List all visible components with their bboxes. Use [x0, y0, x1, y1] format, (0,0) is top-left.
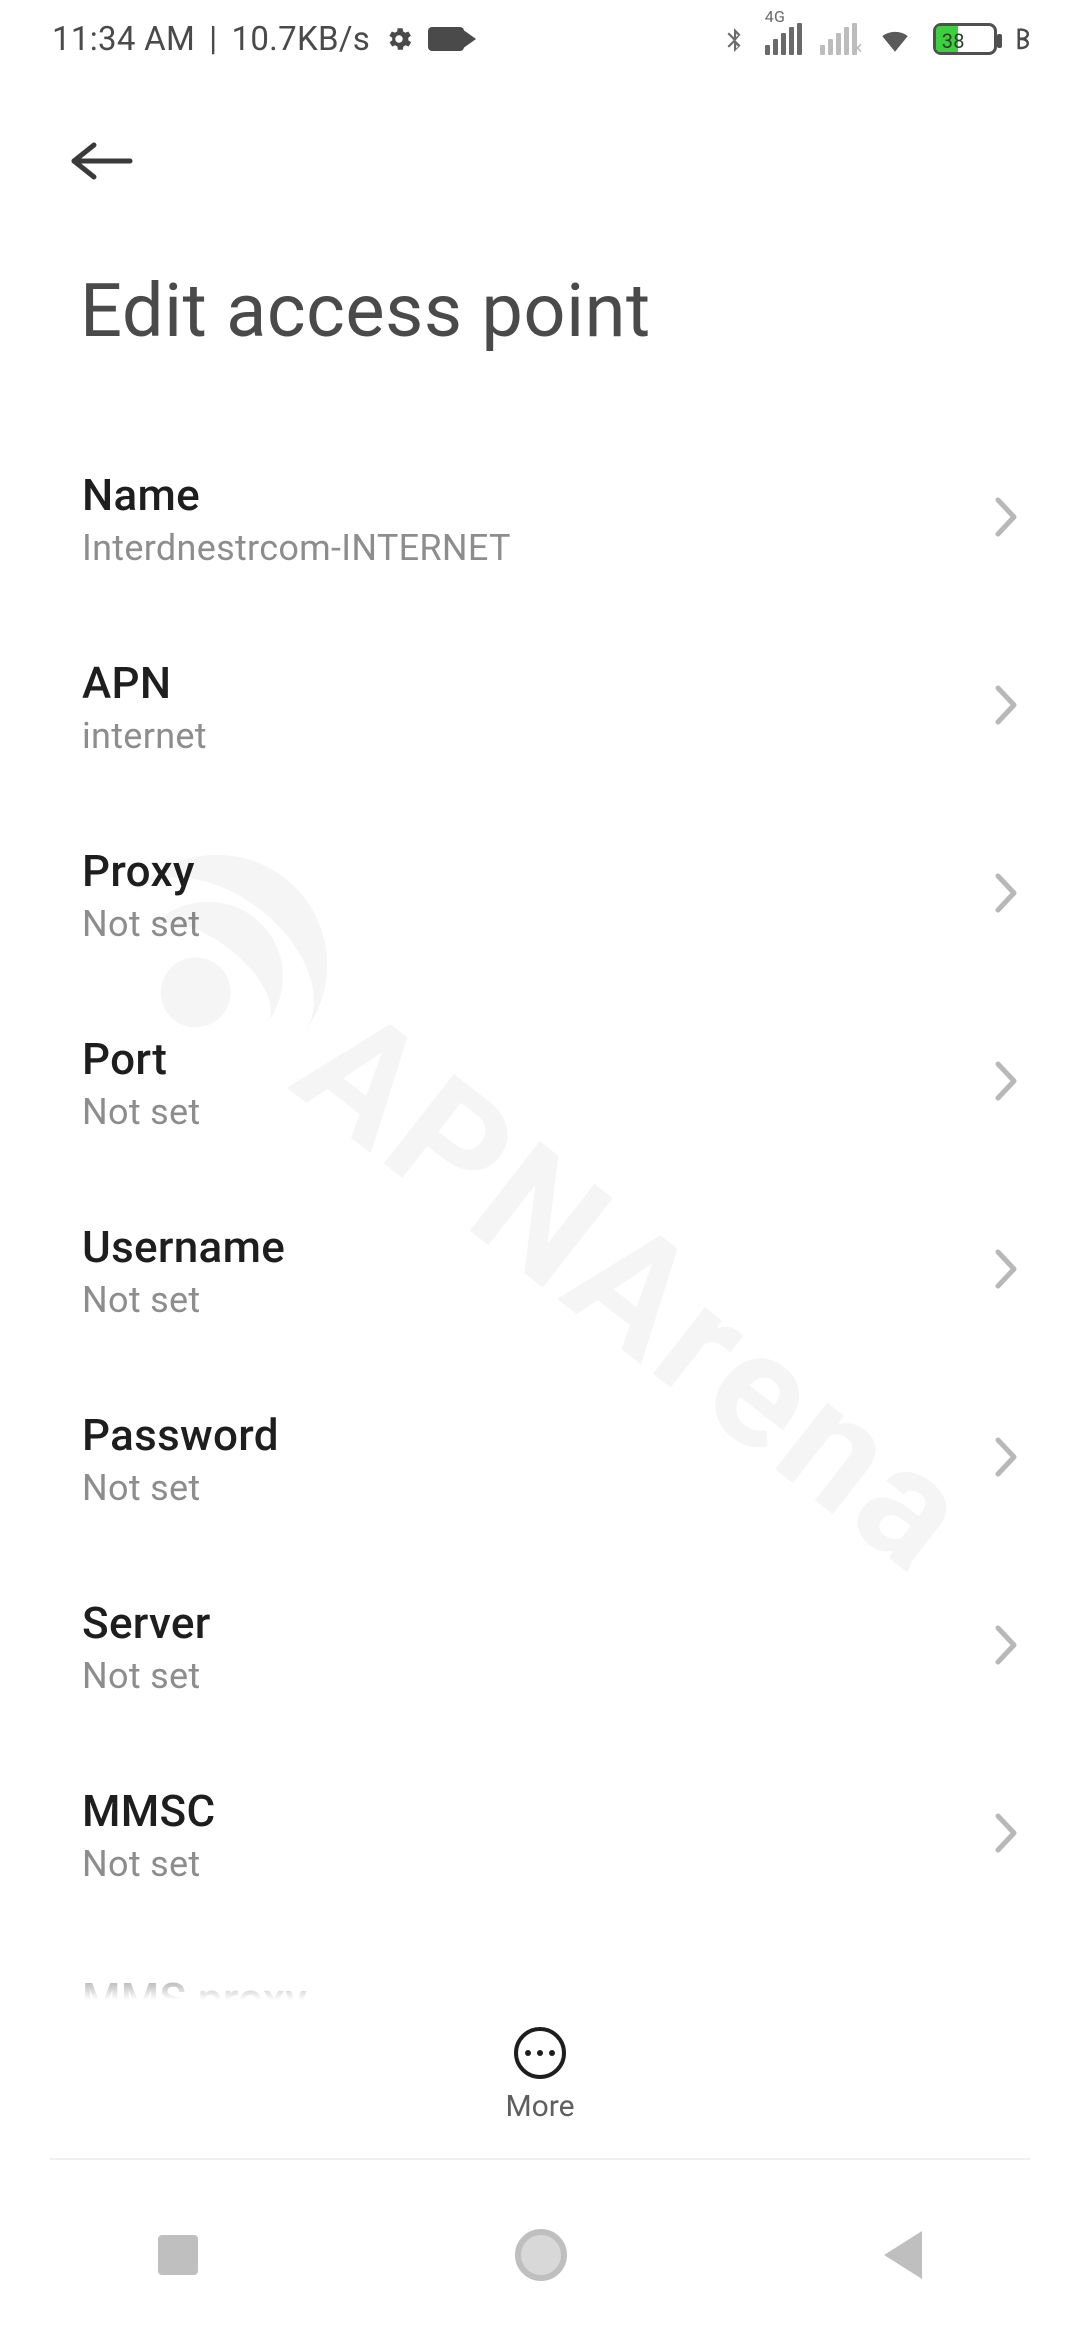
divider [50, 2158, 1030, 2160]
content-scroll[interactable]: Edit access point Name Interdnestrcom-IN… [0, 208, 1080, 2000]
signal-sim2-icon: × [820, 23, 857, 55]
chevron-right-icon [994, 1436, 1020, 1482]
setting-value: internet [82, 715, 994, 757]
setting-label: MMSC [82, 1785, 994, 1837]
chevron-right-icon [994, 1812, 1020, 1858]
bluetooth-icon [721, 19, 747, 59]
wifi-icon [875, 22, 915, 56]
setting-value: Not set [82, 1091, 994, 1133]
setting-mms-proxy[interactable]: MMS proxy Not set [0, 1929, 1080, 2000]
setting-label: APN [82, 657, 994, 709]
settings-list: Name Interdnestrcom-INTERNET APN interne… [0, 425, 1080, 2000]
setting-value: Not set [82, 903, 994, 945]
camera-icon [428, 27, 464, 51]
status-bar: 11:34 AM | 10.7KB/s 4G [0, 0, 1080, 78]
setting-label: Proxy [82, 845, 994, 897]
back-button[interactable] [70, 136, 134, 190]
signal-sim1-icon: 4G [765, 23, 802, 55]
nav-back-button[interactable] [884, 2231, 922, 2279]
nav-recent-button[interactable] [158, 2235, 198, 2275]
setting-value: Not set [82, 1843, 994, 1885]
chevron-right-icon [994, 496, 1020, 542]
setting-password[interactable]: Password Not set [0, 1365, 1080, 1553]
setting-server[interactable]: Server Not set [0, 1553, 1080, 1741]
nav-home-button[interactable] [515, 2229, 567, 2281]
setting-label: Name [82, 469, 994, 521]
setting-label: Password [82, 1409, 994, 1461]
chevron-right-icon [994, 1624, 1020, 1670]
setting-value: Not set [82, 1279, 994, 1321]
setting-username[interactable]: Username Not set [0, 1177, 1080, 1365]
setting-mmsc[interactable]: MMSC Not set [0, 1741, 1080, 1929]
system-nav-bar [0, 2170, 1080, 2340]
more-button[interactable]: More [0, 2000, 1080, 2150]
setting-apn[interactable]: APN internet [0, 613, 1080, 801]
setting-label: MMS proxy [82, 1973, 994, 2000]
setting-value: Not set [82, 1467, 994, 1509]
status-net-speed: 10.7KB/s [231, 20, 370, 59]
setting-value: Not set [82, 1655, 994, 1697]
status-time: 11:34 AM [52, 20, 195, 59]
setting-label: Username [82, 1221, 994, 1273]
page-title: Edit access point [0, 208, 1080, 425]
setting-value: Interdnestrcom-INTERNET [82, 527, 994, 569]
battery-icon: 38 [933, 23, 997, 55]
setting-port[interactable]: Port Not set [0, 989, 1080, 1177]
status-separator: | [209, 20, 217, 59]
setting-label: Port [82, 1033, 994, 1085]
chevron-right-icon [994, 1060, 1020, 1106]
setting-label: Server [82, 1597, 994, 1649]
charging-icon: 𐌁 [1015, 23, 1032, 56]
chevron-right-icon [994, 1248, 1020, 1294]
chevron-right-icon [994, 872, 1020, 918]
more-label: More [505, 2089, 574, 2124]
setting-name[interactable]: Name Interdnestrcom-INTERNET [0, 425, 1080, 613]
setting-proxy[interactable]: Proxy Not set [0, 801, 1080, 989]
chevron-right-icon [994, 684, 1020, 730]
gear-icon [384, 24, 414, 54]
more-icon [514, 2027, 566, 2079]
